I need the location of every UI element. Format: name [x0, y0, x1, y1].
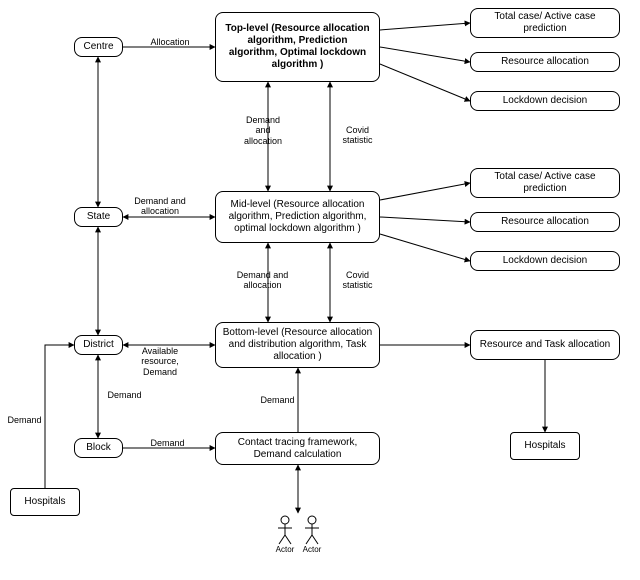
label-covid-stat-top: Covid statistic	[335, 125, 380, 146]
node-bottom-resource: Resource and Task allocation	[470, 330, 620, 360]
node-contact-tracing: Contact tracing framework, Demand calcul…	[215, 432, 380, 465]
node-hospitals-right: Hospitals	[510, 432, 580, 460]
label-demand-hosp: Demand	[2, 415, 47, 425]
actor-2: Actor	[302, 515, 322, 554]
node-top-lockdown: Lockdown decision	[470, 91, 620, 111]
node-bottom-level: Bottom-level (Resource allocation and di…	[215, 322, 380, 368]
node-block: Block	[74, 438, 123, 458]
label-demand-alloc-mid: Demand and allocation	[230, 270, 295, 291]
label-demand-db: Demand	[102, 390, 147, 400]
node-mid-prediction: Total case/ Active case prediction	[470, 168, 620, 198]
actor-2-label: Actor	[302, 545, 322, 554]
node-top-prediction: Total case/ Active case prediction	[470, 8, 620, 38]
diagram-connectors	[0, 0, 640, 580]
node-top-level: Top-level (Resource allocation algorithm…	[215, 12, 380, 82]
actor-1-label: Actor	[275, 545, 295, 554]
label-demand-alloc-top: Demand and allocation	[238, 115, 288, 146]
person-icon	[303, 515, 321, 545]
node-centre: Centre	[74, 37, 123, 57]
person-icon	[276, 515, 294, 545]
label-available-resource: Available resource, Demand	[130, 346, 190, 377]
node-district: District	[74, 335, 123, 355]
node-mid-lockdown: Lockdown decision	[470, 251, 620, 271]
actor-1: Actor	[275, 515, 295, 554]
label-demand-alloc-left: Demand and allocation	[125, 196, 195, 217]
label-demand-block: Demand	[145, 438, 190, 448]
label-allocation: Allocation	[140, 37, 200, 47]
node-mid-resource: Resource allocation	[470, 212, 620, 232]
node-hospitals-left: Hospitals	[10, 488, 80, 516]
node-top-resource: Resource allocation	[470, 52, 620, 72]
node-mid-level: Mid-level (Resource allocation algorithm…	[215, 191, 380, 243]
label-covid-stat-mid: Covid statistic	[335, 270, 380, 291]
node-state: State	[74, 207, 123, 227]
label-demand-ct: Demand	[255, 395, 300, 405]
